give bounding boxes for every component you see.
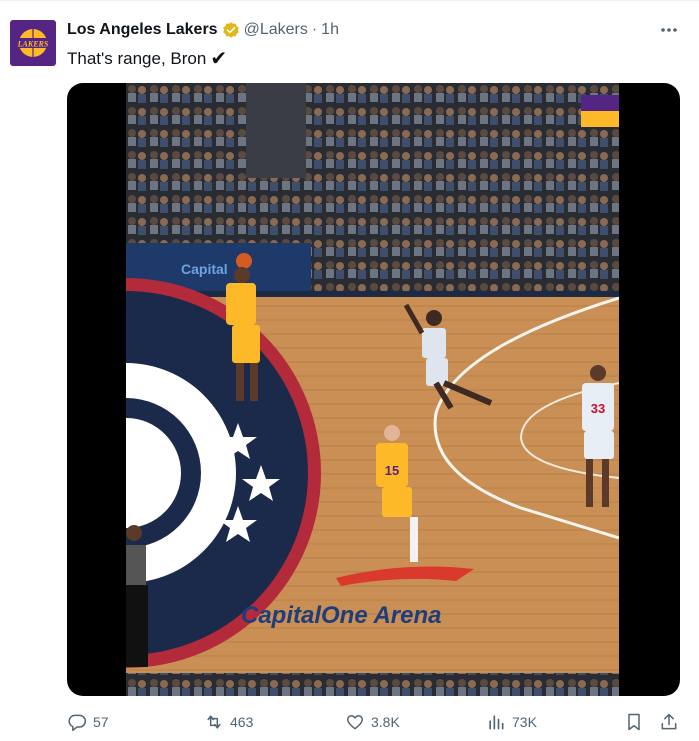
basketball-court-scene: Capital CapitalOne Arena 15 33 [126,83,619,696]
repost-count: 463 [230,714,254,730]
separator-dot: · [311,21,318,38]
reply-button[interactable]: 57 [67,712,109,732]
svg-text:LAKERS: LAKERS [17,40,49,49]
score-bug-purple [581,95,619,111]
like-button[interactable]: 3.8K [345,712,400,732]
stairway [246,83,306,178]
bookmark-button[interactable] [624,712,644,732]
like-count: 3.8K [371,714,400,730]
view-count: 73K [512,714,537,730]
check-mark-emoji: ✔ [210,48,228,70]
score-bug-gold [581,111,619,127]
more-options-icon[interactable] [657,22,681,38]
verified-badge-icon[interactable] [222,21,240,39]
svg-text:33: 33 [591,401,605,416]
views-button[interactable]: 73K [486,712,537,732]
floor-logo-text: CapitalOne Arena [241,602,442,629]
lakers-avatar[interactable]: LAKERS [10,20,56,66]
tweet-header: Los Angeles Lakers @Lakers · 1h [67,19,339,41]
bookmark-icon [628,713,640,731]
svg-text:Capital: Capital [181,261,228,277]
referee [126,525,148,667]
reply-count: 57 [93,714,109,730]
tweet-text: That's range, Bron ✔ [67,46,227,71]
repost-icon [207,715,221,729]
video-frame[interactable]: Capital CapitalOne Arena 15 33 [126,83,619,696]
author-handle[interactable]: @Lakers [244,21,308,39]
tweet-text-body: That's range, Bron [67,48,207,68]
reply-icon [68,714,87,732]
repost-button[interactable]: 463 [204,712,253,732]
views-chart-icon [489,715,504,730]
top-divider [0,0,699,1]
timestamp[interactable]: 1h [321,21,339,39]
share-icon [661,713,677,730]
video-media[interactable]: Capital CapitalOne Arena 15 33 [67,83,680,696]
heart-icon [346,715,364,730]
share-button[interactable] [659,712,679,732]
author-name[interactable]: Los Angeles Lakers [67,21,218,39]
lakers-logo-icon: LAKERS [16,29,50,57]
tweet-actions: 57 463 3.8K 73K [0,708,699,740]
svg-text:15: 15 [385,463,399,478]
